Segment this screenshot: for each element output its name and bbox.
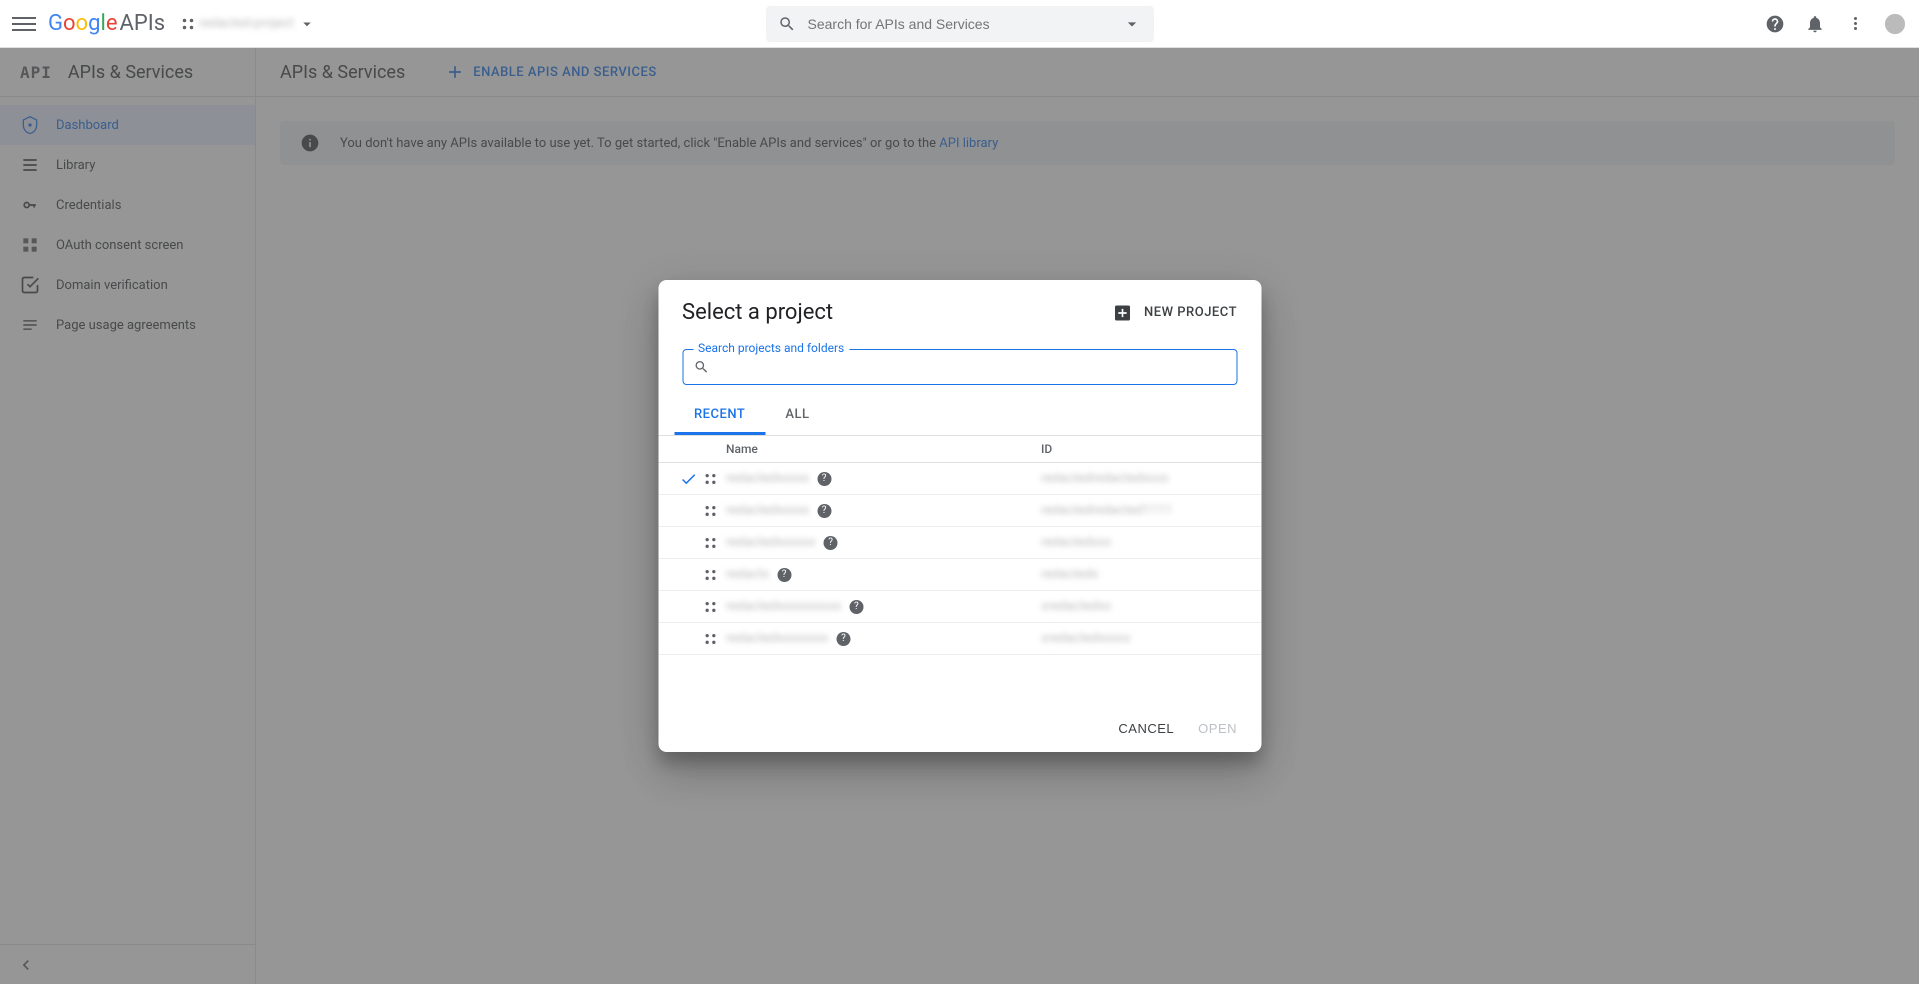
project-icon bbox=[702, 599, 726, 615]
project-row[interactable]: redactedxxxxxxxxxx? xredactedxx bbox=[658, 591, 1261, 623]
project-row[interactable]: redactedxxxxxx? redactedxxx bbox=[658, 527, 1261, 559]
open-button[interactable]: OPEN bbox=[1198, 721, 1237, 736]
search-dropdown-icon[interactable] bbox=[1122, 14, 1142, 34]
tab-recent[interactable]: RECENT bbox=[674, 397, 765, 435]
google-apis-logo[interactable]: Google APIs bbox=[48, 11, 165, 36]
project-id: xredactedxxxxx bbox=[1041, 631, 1131, 646]
tab-all[interactable]: ALL bbox=[765, 397, 829, 435]
more-icon[interactable] bbox=[1843, 12, 1867, 36]
account-icon[interactable] bbox=[1883, 12, 1907, 36]
col-header-name: Name bbox=[726, 442, 1041, 456]
project-id: redactedredactedxxxx bbox=[1041, 471, 1169, 486]
new-project-button[interactable]: NEW PROJECT bbox=[1112, 303, 1237, 323]
project-icon bbox=[702, 503, 726, 519]
project-icon bbox=[702, 471, 726, 487]
search-label: Search projects and folders bbox=[693, 341, 849, 355]
help-icon[interactable]: ? bbox=[777, 568, 791, 582]
menu-icon[interactable] bbox=[12, 12, 36, 36]
col-header-id: ID bbox=[1041, 442, 1261, 456]
project-id: xredactedxx bbox=[1041, 599, 1111, 614]
project-picker-dialog: Select a project NEW PROJECT Search proj… bbox=[658, 280, 1261, 752]
project-row[interactable]: redactedxxxxxxxx? xredactedxxxxx bbox=[658, 623, 1261, 655]
search-input[interactable] bbox=[808, 16, 1122, 32]
project-switcher[interactable]: redacted-project bbox=[181, 15, 316, 33]
project-row[interactable]: redactx? redactedx bbox=[658, 559, 1261, 591]
project-id: redactedx bbox=[1041, 567, 1098, 582]
search-icon bbox=[778, 15, 796, 33]
notifications-icon[interactable] bbox=[1803, 12, 1827, 36]
project-name: redactedxxxxx bbox=[726, 471, 809, 486]
help-icon[interactable] bbox=[1763, 12, 1787, 36]
search-bar[interactable] bbox=[766, 6, 1154, 42]
cancel-button[interactable]: CANCEL bbox=[1118, 721, 1174, 736]
project-search-input[interactable] bbox=[717, 359, 1226, 375]
help-icon[interactable]: ? bbox=[817, 472, 831, 486]
project-search[interactable]: Search projects and folders bbox=[682, 349, 1237, 385]
project-icon bbox=[702, 535, 726, 551]
project-name: redactedxxxxx bbox=[726, 503, 809, 518]
help-icon[interactable]: ? bbox=[836, 632, 850, 646]
help-icon[interactable]: ? bbox=[824, 536, 838, 550]
help-icon[interactable]: ? bbox=[849, 600, 863, 614]
project-row[interactable]: redactedxxxxx? redactedredacted1111 bbox=[658, 495, 1261, 527]
project-icon bbox=[702, 567, 726, 583]
project-name: redactedxxxxxx bbox=[726, 535, 816, 550]
project-name: redactedxxxxxxxx bbox=[726, 631, 828, 646]
search-icon bbox=[693, 359, 709, 375]
dialog-title: Select a project bbox=[682, 300, 833, 325]
help-icon[interactable]: ? bbox=[817, 504, 831, 518]
project-name: redactx bbox=[726, 567, 769, 582]
project-id: redactedredacted1111 bbox=[1041, 503, 1172, 518]
project-id: redactedxxx bbox=[1041, 535, 1111, 550]
project-icon bbox=[702, 631, 726, 647]
top-bar: Google APIs redacted-project bbox=[0, 0, 1919, 48]
project-name: redactedxxxxxxxxxx bbox=[726, 599, 841, 614]
project-row[interactable]: redactedxxxxx? redactedredactedxxxx bbox=[658, 463, 1261, 495]
